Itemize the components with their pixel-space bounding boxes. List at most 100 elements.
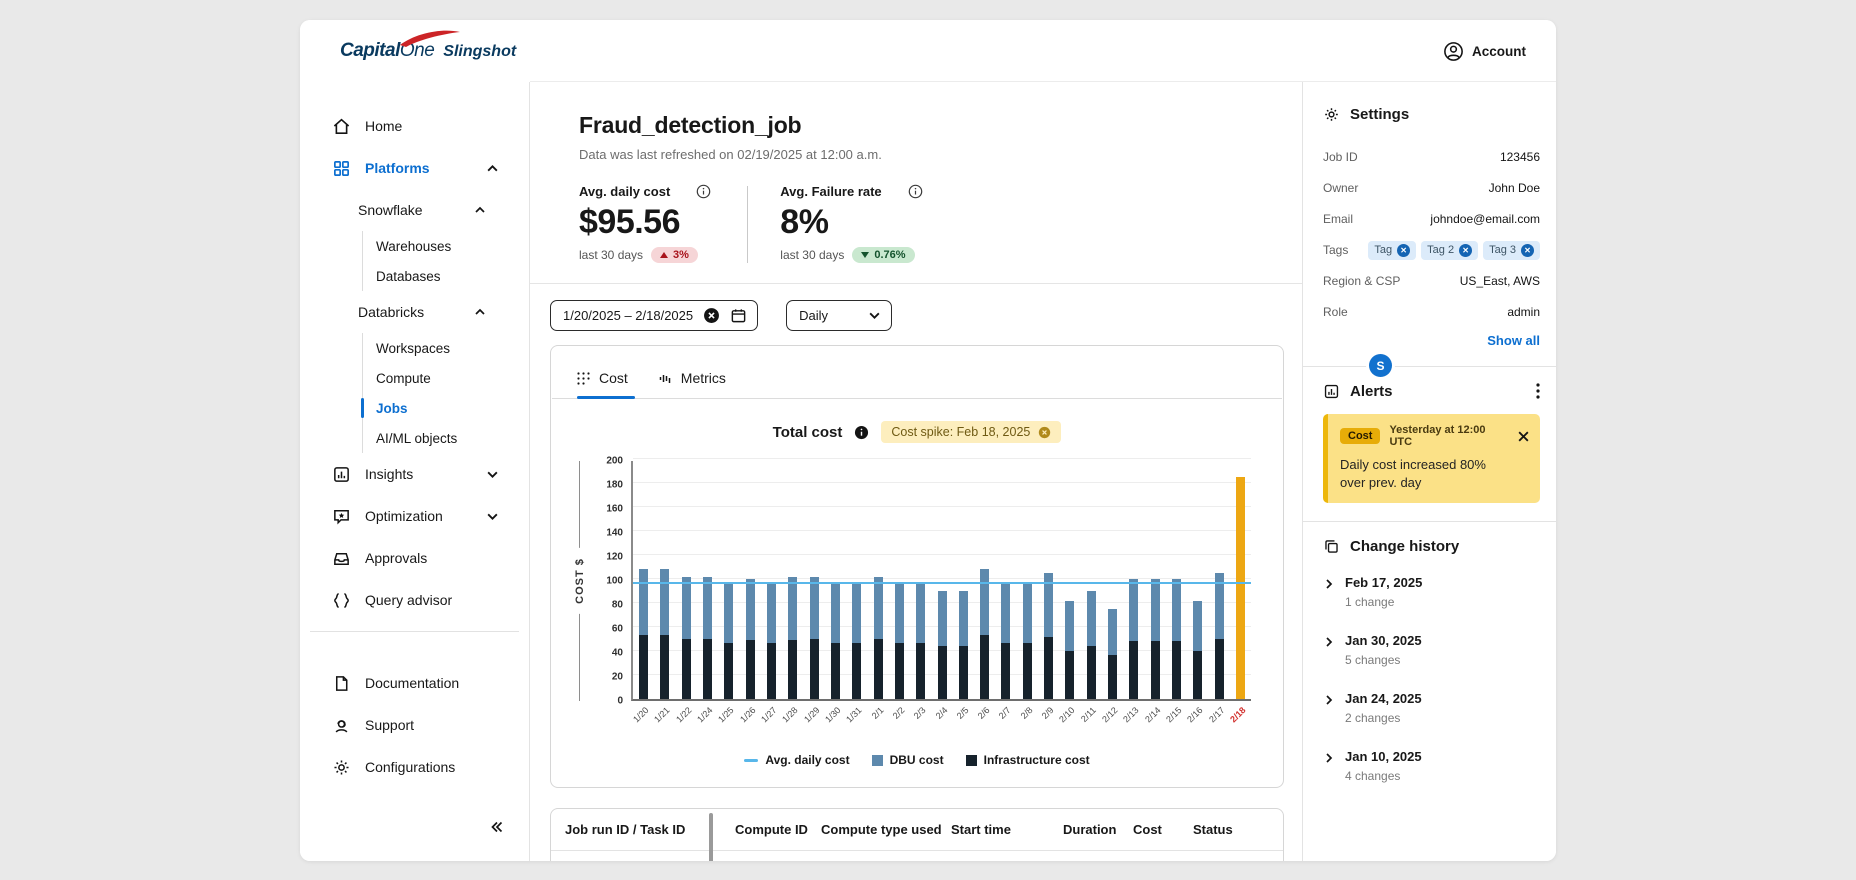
bar-2/5: 2/5 bbox=[953, 461, 974, 721]
remove-tag-icon[interactable]: ✕ bbox=[1397, 243, 1411, 257]
avg-line-swatch bbox=[744, 758, 759, 762]
bar-2/6: 2/6 bbox=[974, 461, 995, 721]
col-compute-id[interactable]: Compute ID bbox=[721, 822, 808, 837]
col-compute-type[interactable]: Compute type used bbox=[807, 822, 942, 837]
bar-1/27: 1/27 bbox=[759, 461, 782, 724]
col-start-time[interactable]: Start time bbox=[937, 822, 1049, 837]
page-title: Fraud_detection_job bbox=[579, 112, 802, 138]
bar-2/15: 2/15 bbox=[1164, 461, 1187, 724]
col-duration[interactable]: Duration bbox=[1049, 822, 1119, 837]
cost-alert-card: Cost Yesterday at 12:00 UTC Daily cost i… bbox=[1323, 414, 1540, 504]
job-id-value: 123456 bbox=[1499, 150, 1540, 164]
chevron-down-icon[interactable] bbox=[486, 468, 499, 481]
panel-divider bbox=[1303, 521, 1556, 523]
job-id-label: Job ID bbox=[1323, 150, 1358, 164]
bar-1/31: 1/31 bbox=[844, 461, 867, 724]
show-all-link[interactable]: Show all bbox=[1303, 333, 1540, 348]
sidebar-item-platforms[interactable]: Platforms bbox=[300, 147, 529, 189]
bar-1/29: 1/29 bbox=[802, 461, 825, 724]
bar-2/12: 2/12 bbox=[1100, 461, 1123, 724]
close-alert-icon[interactable] bbox=[1517, 430, 1530, 443]
table-row[interactable]: 1398074687 12049293829 Job compute 2/18/… bbox=[551, 851, 1283, 861]
sidebar-collapse-icon[interactable] bbox=[489, 819, 505, 835]
job-header: Fraud_detection_job Data was last refres… bbox=[530, 82, 1302, 263]
query-advisor-braces-icon bbox=[332, 591, 351, 610]
chevron-down-icon[interactable] bbox=[486, 510, 499, 523]
tag-chip[interactable]: Tag 2 ✕ bbox=[1421, 240, 1479, 260]
sidebar-item-snowflake[interactable]: Snowflake bbox=[300, 189, 529, 231]
refreshed-text: Data was last refreshed on 02/19/2025 at… bbox=[579, 147, 882, 162]
bar-2/10: 2/10 bbox=[1058, 461, 1080, 724]
bar-2/16: 2/16 bbox=[1185, 461, 1208, 724]
info-icon[interactable] bbox=[696, 184, 711, 199]
remove-tag-icon[interactable]: ✕ bbox=[1521, 243, 1534, 257]
bar-1/21: 1/21 bbox=[653, 461, 675, 724]
sidebar-item-support[interactable]: Support bbox=[300, 704, 529, 746]
tab-track bbox=[552, 396, 1282, 399]
sidebar-item-aiml-objects[interactable]: AI/ML objects bbox=[363, 423, 529, 453]
cost-spike-badge[interactable]: Cost spike: Feb 18, 2025 bbox=[881, 421, 1062, 443]
change-history-entry[interactable]: Feb 17, 2025 1 change bbox=[1323, 575, 1540, 609]
chart-plot: 1/20 1/21 1/22 1/24 1/25 1/26 1/27 1/28 1/29 1/30… bbox=[631, 458, 1251, 724]
sidebar-item-approvals[interactable]: Approvals bbox=[300, 537, 529, 579]
sidebar-item-databases[interactable]: Databases bbox=[363, 261, 529, 291]
change-history-entry[interactable]: Jan 24, 2025 2 changes bbox=[1323, 691, 1540, 725]
granularity-select[interactable]: Daily bbox=[786, 300, 893, 331]
chart-bars: 1/20 1/21 1/22 1/24 1/25 1/26 1/27 1/28 1/29 1/30… bbox=[631, 461, 1251, 724]
tab-cost[interactable]: Cost bbox=[576, 370, 628, 398]
col-cost[interactable]: Cost bbox=[1119, 822, 1179, 837]
email-label: Email bbox=[1323, 212, 1354, 226]
chevron-up-icon[interactable] bbox=[474, 204, 486, 216]
bar-1/24: 1/24 bbox=[695, 461, 718, 724]
kebab-menu-icon[interactable] bbox=[1536, 383, 1540, 399]
chevron-up-icon[interactable] bbox=[474, 306, 486, 318]
sidebar-item-documentation[interactable]: Documentation bbox=[300, 662, 529, 704]
sidebar-item-jobs[interactable]: Jobs bbox=[361, 393, 529, 423]
sidebar-item-warehouses[interactable]: Warehouses bbox=[363, 231, 529, 261]
remove-tag-icon[interactable]: ✕ bbox=[1459, 243, 1473, 257]
tab-metrics[interactable]: Metrics bbox=[658, 370, 726, 398]
date-range-input[interactable]: 1/20/2025 – 2/18/2025 bbox=[550, 300, 759, 331]
slingshot-fab[interactable]: S bbox=[1369, 354, 1392, 377]
sidebar-item-home[interactable]: Home bbox=[300, 105, 529, 147]
bar-2/17: 2/17 bbox=[1207, 461, 1229, 724]
sidebar-item-query-advisor[interactable]: Query advisor bbox=[300, 579, 529, 621]
chevron-up-icon[interactable] bbox=[486, 162, 499, 175]
tag-chip[interactable]: Tag ✕ bbox=[1368, 240, 1417, 260]
dbu-swatch bbox=[871, 754, 883, 766]
sidebar-item-databricks[interactable]: Databricks bbox=[300, 291, 529, 333]
sidebar-item-configurations[interactable]: Configurations bbox=[300, 746, 529, 788]
alert-message: Daily cost increased 80% over prev. day bbox=[1340, 457, 1486, 490]
change-history-entry[interactable]: Jan 30, 2025 5 changes bbox=[1323, 633, 1540, 667]
down-arrow-icon bbox=[861, 252, 870, 258]
info-icon[interactable] bbox=[908, 184, 923, 199]
header-divider bbox=[530, 283, 1302, 284]
panel-divider bbox=[1303, 366, 1556, 367]
column-scrollbar[interactable] bbox=[709, 813, 713, 861]
approvals-inbox-icon bbox=[332, 549, 351, 568]
sidebar-item-workspaces[interactable]: Workspaces bbox=[363, 333, 529, 363]
insights-chart-icon bbox=[332, 465, 351, 484]
calendar-icon[interactable] bbox=[730, 307, 747, 324]
col-cpu[interactable]: CPU bbox=[1271, 822, 1283, 837]
account-menu[interactable]: Account bbox=[1443, 41, 1526, 62]
clear-date-icon[interactable] bbox=[703, 307, 720, 324]
dismiss-spike-icon[interactable] bbox=[1038, 426, 1051, 439]
capitalone-swoosh-icon bbox=[400, 30, 460, 47]
info-filled-icon[interactable] bbox=[854, 425, 869, 440]
databricks-sublist: Workspaces Compute Jobs AI/ML objects bbox=[361, 333, 529, 453]
bar-2/1: 2/1 bbox=[867, 461, 888, 721]
tag-chip[interactable]: Tag 3 ✕ bbox=[1483, 240, 1540, 260]
bar-1/20: 1/20 bbox=[631, 461, 654, 724]
settings-header: Settings bbox=[1303, 106, 1556, 123]
col-job-run-id[interactable]: Job run ID / Task ID bbox=[551, 822, 721, 837]
sidebar-item-insights[interactable]: Insights bbox=[300, 453, 529, 495]
chevron-right-icon bbox=[1323, 749, 1335, 783]
legend-avg-daily-cost: Avg. daily cost bbox=[744, 753, 850, 767]
col-status[interactable]: Status bbox=[1179, 822, 1271, 837]
tag-chips: Tag ✕ Tag 2 ✕ Tag 3 ✕ bbox=[1368, 240, 1540, 260]
sidebar-item-compute[interactable]: Compute bbox=[363, 363, 529, 393]
owner-label: Owner bbox=[1323, 181, 1359, 195]
change-history-entry[interactable]: Jan 10, 2025 4 changes bbox=[1323, 749, 1540, 783]
sidebar-item-optimization[interactable]: Optimization bbox=[300, 495, 529, 537]
